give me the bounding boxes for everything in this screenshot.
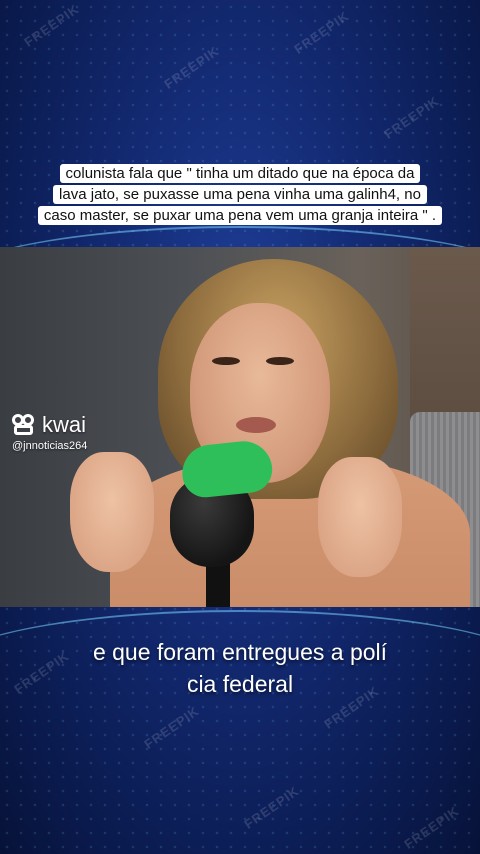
subtitle-line: cia federal xyxy=(186,671,294,697)
speaker-mouth xyxy=(236,417,276,433)
kwai-brand: kwai xyxy=(42,412,87,437)
caption-box: colunista fala que " tinha um ditado que… xyxy=(14,163,466,226)
caption-line: caso master, se puxar uma pena vem uma g… xyxy=(37,206,443,225)
speaker-hand-right xyxy=(318,457,402,577)
speaker-eye xyxy=(266,357,294,365)
caption-line: lava jato, se puxasse uma pena vinha uma… xyxy=(53,185,427,204)
caption-line: colunista fala que " tinha um ditado que… xyxy=(59,164,421,183)
video-subtitle: e que foram entregues a polí cia federal xyxy=(40,636,440,700)
kwai-logo-icon xyxy=(12,414,36,436)
subtitle-line: e que foram entregues a polí xyxy=(92,639,388,665)
speaker-hand-left xyxy=(70,452,154,572)
reel-frame: FREEPIK FREEPIK FREEPIK FREEPIK FREEPIK … xyxy=(0,0,480,854)
kwai-handle[interactable]: @jnnoticias264 xyxy=(12,440,87,452)
kwai-watermark: kwai @jnnoticias264 xyxy=(12,413,87,452)
speaker-eye xyxy=(212,357,240,365)
